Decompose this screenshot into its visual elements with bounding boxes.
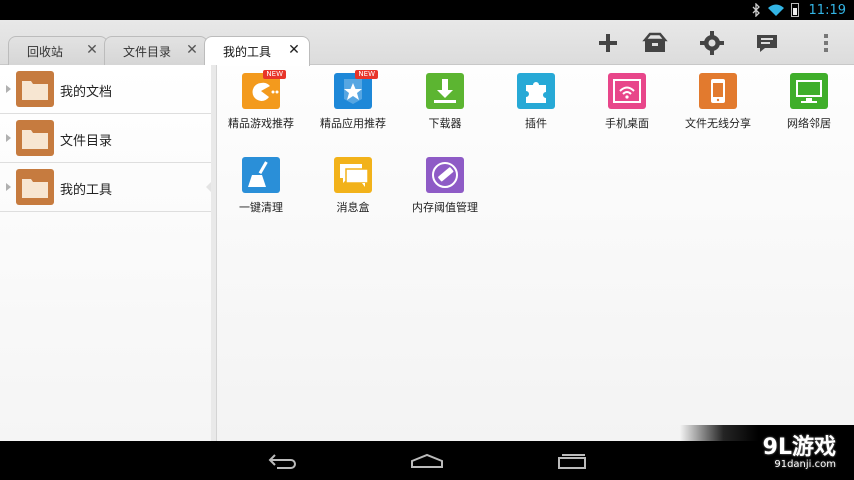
status-bar: 11:19 [0,0,854,20]
expand-arrow-icon[interactable] [6,134,11,142]
new-badge: NEW [263,70,286,79]
tool-downloader[interactable]: 下载器 [400,73,490,131]
tool-plugins[interactable]: 插件 [491,73,581,131]
expand-arrow-icon[interactable] [6,183,11,191]
tool-label: 插件 [525,117,547,130]
settings-icon [700,31,724,55]
toolbox-icon [642,32,668,52]
tab-file-directory[interactable]: 文件目录 ✕ [104,36,208,65]
game-icon: NEW [242,70,286,109]
close-icon[interactable]: ✕ [85,43,99,57]
tool-wireless-share[interactable]: 文件无线分享 [673,73,763,131]
message-button[interactable] [752,28,784,58]
add-button[interactable] [592,28,624,58]
tool-label: 文件无线分享 [685,117,751,130]
tool-label: 消息盒 [336,201,370,214]
phone-share-icon [699,73,737,109]
download-icon [426,73,464,109]
add-icon [599,34,617,52]
tool-label: 精品应用推荐 [320,117,386,130]
tool-one-click-clean[interactable]: 一键清理 [216,157,306,215]
tool-message-box[interactable]: 消息盒 [308,157,398,215]
tool-memory-threshold[interactable]: 内存阈值管理 [400,157,490,215]
home-icon [411,453,443,468]
close-icon[interactable]: ✕ [185,43,199,57]
sidebar-item-label: 我的文档 [60,85,113,100]
tool-label: 精品游戏推荐 [228,117,294,130]
tool-label: 手机桌面 [605,117,649,130]
back-icon [268,454,296,469]
wifi-desktop-icon [608,73,646,109]
tab-label: 我的工具 [223,45,272,59]
sidebar-item-my-tools[interactable]: 我的工具 [0,163,212,212]
expand-arrow-icon[interactable] [6,85,11,93]
overflow-menu-button[interactable] [810,28,842,58]
sidebar-item-my-documents[interactable]: 我的文档 [0,65,211,114]
tool-phone-desktop[interactable]: 手机桌面 [582,73,672,131]
tab-recycle-bin[interactable]: 回收站 ✕ [8,36,108,65]
tool-network-neighbors[interactable]: 网络邻居 [764,73,854,131]
tool-label: 内存阈值管理 [412,201,478,214]
sidebar-item-file-directory[interactable]: 文件目录 [0,114,211,163]
status-icons: 11:19 [751,2,846,18]
folder-icon [16,120,54,156]
tool-label: 下载器 [428,117,462,130]
settings-button[interactable] [696,28,728,58]
new-badge: NEW [355,70,378,79]
tool-label: 网络邻居 [787,117,831,130]
overflow-menu-icon [824,34,828,52]
memory-icon [426,157,464,193]
tools-grid: NEW 精品游戏推荐 NEW 精品应用推荐 下载器 插件 手机桌面 文件无线分享… [218,65,854,441]
monitor-icon [790,73,828,109]
close-icon[interactable]: ✕ [287,43,301,57]
watermark-url: 91danji.com [774,459,836,470]
tool-game-recommend[interactable]: NEW 精品游戏推荐 [216,70,306,131]
tab-label: 文件目录 [123,44,172,59]
wifi-icon [767,4,784,16]
sidebar-item-label: 文件目录 [60,134,113,149]
message-box-icon [334,157,372,193]
home-button[interactable] [407,449,447,473]
tab-label: 回收站 [27,44,64,59]
broom-icon [242,157,280,193]
plugin-icon [517,73,555,109]
selection-indicator [206,181,212,193]
tab-toolbar: 回收站 ✕ 文件目录 ✕ 我的工具 ✕ [0,20,854,66]
bluetooth-icon [752,3,760,17]
sidebar-item-label: 我的工具 [60,183,113,198]
file-manager-app: 回收站 ✕ 文件目录 ✕ 我的工具 ✕ 我的文档 文件目录 我的工具 NEW 精… [0,20,854,441]
back-button[interactable] [263,449,303,473]
app-store-icon: NEW [334,70,378,109]
toolbox-button[interactable] [639,28,671,58]
tool-app-recommend[interactable]: NEW 精品应用推荐 [308,70,398,131]
recents-button[interactable] [552,449,592,473]
tool-label: 一键清理 [239,201,283,214]
watermark: 9L游戏 91danji.com [680,425,854,480]
folder-icon [16,71,54,107]
folder-icon [16,169,54,205]
message-icon [757,35,777,52]
watermark-logo: 9L游戏 [762,435,836,460]
tab-my-tools[interactable]: 我的工具 ✕ [204,36,310,66]
recents-icon [558,454,586,469]
clock: 11:19 [808,2,846,18]
battery-icon [790,3,799,17]
folder-sidebar: 我的文档 文件目录 我的工具 [0,65,217,441]
